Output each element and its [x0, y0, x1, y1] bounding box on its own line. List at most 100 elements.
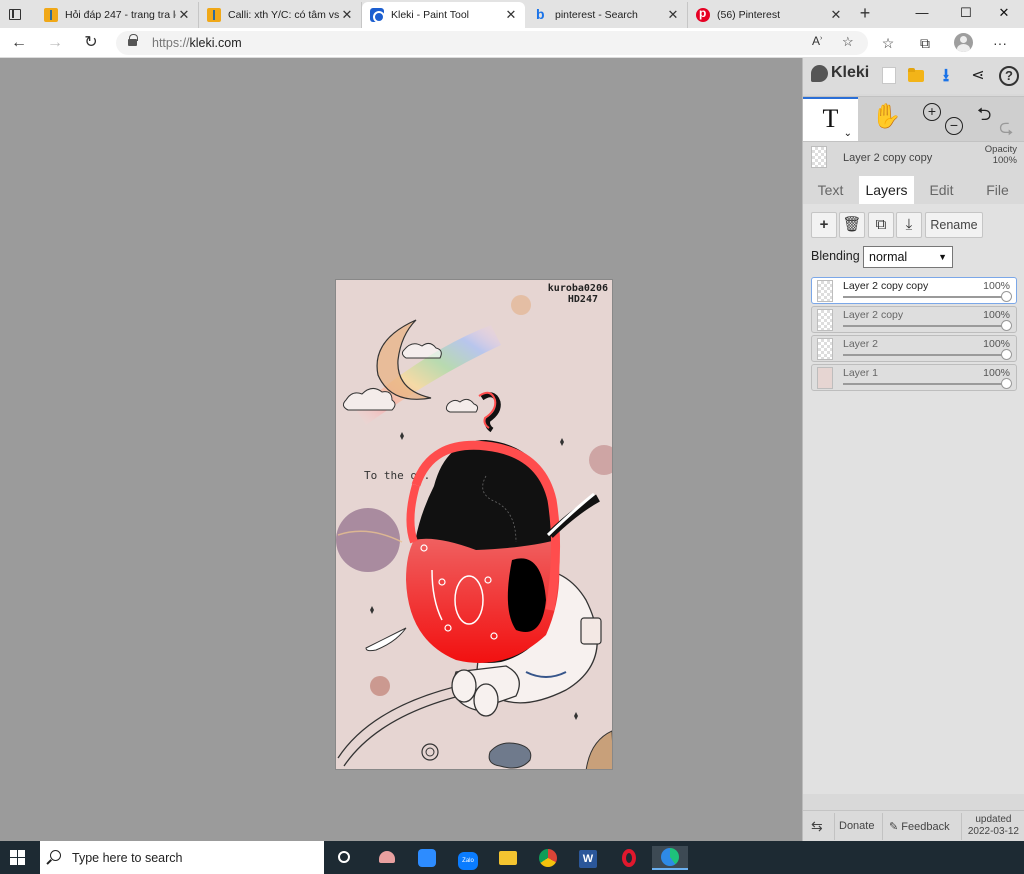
layer-item[interactable]: Layer 2 100%	[811, 335, 1017, 362]
back-button[interactable]: ←	[6, 32, 32, 54]
lock-icon[interactable]	[128, 34, 138, 47]
merge-layer-button[interactable]: ⤓	[896, 212, 922, 238]
canvas-workspace[interactable]: kuroba0206 HD247 To the on.	[0, 58, 802, 841]
app-icon[interactable]	[374, 846, 400, 870]
edge-icon[interactable]	[652, 846, 688, 870]
forward-button[interactable]: →	[42, 32, 68, 54]
address-bar[interactable]: https://kleki.com A› ☆	[116, 31, 868, 55]
hoidap-icon	[207, 8, 221, 22]
layer-name: Layer 2 copy	[843, 309, 904, 321]
tab-actions-icon[interactable]	[4, 4, 26, 24]
text-tool-button[interactable]: T ⌄	[803, 97, 858, 141]
chevron-down-icon: ▼	[938, 252, 947, 262]
chevron-down-icon[interactable]: ⌄	[844, 128, 852, 139]
reload-button[interactable]: ↻	[78, 32, 104, 54]
zoom-out-icon[interactable]: −	[945, 117, 963, 135]
current-layer-info: Layer 2 copy copy Opacity 100%	[811, 144, 1017, 172]
add-layer-button[interactable]: +	[811, 212, 837, 238]
delete-layer-button[interactable]: 🗑	[839, 212, 865, 238]
favorites-icon[interactable]: ☆	[878, 34, 898, 52]
drawing-canvas[interactable]: kuroba0206 HD247 To the on.	[335, 279, 613, 770]
chrome-icon[interactable]	[535, 846, 561, 870]
minimize-button[interactable]: —	[900, 0, 944, 28]
share-icon[interactable]: ⋖	[968, 66, 988, 86]
opacity-slider-handle[interactable]	[1001, 320, 1012, 331]
address-toolbar: ← → ↻ https://kleki.com A› ☆ ☆ ⧉ ···	[0, 28, 1024, 58]
opacity-slider[interactable]	[843, 296, 1006, 298]
tab-pinterest[interactable]: (56) Pinterest ✕	[688, 2, 850, 28]
download-icon[interactable]: ⭳	[936, 66, 956, 86]
collections-icon[interactable]: ⧉	[915, 34, 935, 52]
duplicate-layer-button[interactable]: ⧉	[868, 212, 894, 238]
redo-icon[interactable]: ⮎	[999, 115, 1013, 145]
close-icon[interactable]: ✕	[665, 7, 681, 23]
undo-icon[interactable]: ⮌	[977, 102, 991, 132]
updated-info[interactable]: updated 2022-03-12	[968, 814, 1019, 838]
merge-down-icon: ⤓	[905, 216, 913, 233]
donate-button[interactable]: Donate	[839, 820, 874, 832]
zalo-icon[interactable]: Zalo	[455, 846, 481, 870]
close-icon[interactable]: ✕	[503, 7, 519, 23]
new-image-icon[interactable]	[879, 66, 899, 86]
opacity-slider[interactable]	[843, 383, 1006, 385]
kleki-logo[interactable]: Kleki	[811, 64, 869, 82]
opacity-slider-handle[interactable]	[1001, 291, 1012, 302]
tool-row: T ⌄ ✋ + − ⮌ ⮎	[803, 96, 1024, 142]
cortana-icon[interactable]	[331, 846, 357, 870]
close-window-button[interactable]: ✕	[982, 0, 1024, 28]
tab-hoidap-1[interactable]: Hỏi đáp 247 - trang tra lời ✕	[36, 2, 199, 28]
opacity-slider[interactable]	[843, 325, 1006, 327]
opacity-slider-handle[interactable]	[1001, 378, 1012, 389]
bing-icon	[534, 6, 548, 22]
opera-icon[interactable]	[616, 846, 642, 870]
layer-item[interactable]: Layer 1 100%	[811, 364, 1017, 391]
windows-taskbar: Type here to search Zalo W	[0, 841, 1024, 874]
rename-button[interactable]: Rename	[925, 212, 983, 238]
tab-edit[interactable]: Edit	[914, 176, 969, 204]
open-folder-icon[interactable]	[907, 66, 927, 86]
read-aloud-icon[interactable]: A›	[812, 34, 822, 48]
hand-tool-button[interactable]: ✋	[859, 97, 914, 141]
more-icon[interactable]: ···	[990, 34, 1010, 52]
opacity-slider-handle[interactable]	[1001, 349, 1012, 360]
close-icon[interactable]: ✕	[828, 7, 844, 23]
feedback-button[interactable]: ✎ Feedback	[889, 820, 950, 833]
watermark-text-2: HD247	[568, 294, 598, 305]
word-icon[interactable]: W	[575, 846, 601, 870]
hand-icon: ✋	[871, 104, 902, 130]
tab-layers[interactable]: Layers	[859, 176, 914, 204]
tab-file[interactable]: File	[970, 176, 1024, 204]
file-explorer-icon[interactable]	[495, 846, 521, 870]
tab-hoidap-2[interactable]: Calli: xth Y/C: có tâm vs mình ✕	[199, 2, 362, 28]
opacity-slider[interactable]	[843, 354, 1006, 356]
layer-name: Layer 2 copy copy	[843, 280, 929, 292]
url-text[interactable]: https://kleki.com	[152, 36, 242, 50]
help-icon[interactable]: ?	[999, 66, 1019, 86]
duplicate-icon: ⧉	[875, 216, 887, 233]
zoom-in-icon[interactable]: +	[923, 103, 941, 121]
panel-header: Kleki ⭳ ⋖ ?	[803, 58, 1024, 94]
kleki-side-panel: Kleki ⭳ ⋖ ? T ⌄ ✋ + − ⮌ ⮎ Layer 2 copy c…	[802, 58, 1024, 841]
close-icon[interactable]: ✕	[339, 7, 355, 23]
taskbar-search-box[interactable]: Type here to search	[40, 841, 324, 874]
layer-name: Layer 2	[843, 338, 879, 350]
profile-icon[interactable]	[954, 33, 973, 52]
new-tab-button[interactable]: +	[854, 2, 876, 26]
zoom-icon[interactable]	[414, 846, 440, 870]
blending-select[interactable]: normal ▼	[863, 246, 953, 268]
tab-kleki[interactable]: Kleki - Paint Tool ✕	[362, 2, 525, 28]
layer-thumbnail	[811, 146, 827, 168]
swap-side-icon[interactable]: ⇆	[811, 818, 823, 835]
tab-text[interactable]: Text	[803, 176, 858, 204]
layer-item[interactable]: Layer 2 copy 100%	[811, 306, 1017, 333]
layer-name: Layer 1	[843, 367, 879, 379]
layer-item[interactable]: Layer 2 copy copy 100%	[811, 277, 1017, 304]
artwork-image: kuroba0206 HD247 To the on.	[336, 283, 612, 769]
close-icon[interactable]: ✕	[176, 7, 192, 23]
panel-footer: ⇆ Donate ✎ Feedback updated 2022-03-12	[803, 810, 1024, 841]
windows-start-icon[interactable]	[10, 850, 26, 866]
layer-thumbnail	[817, 338, 833, 360]
pencil-icon: ✎	[889, 821, 902, 833]
add-favorite-icon[interactable]: ☆	[842, 34, 854, 50]
tab-pinterest-search[interactable]: pinterest - Search ✕	[526, 2, 688, 28]
